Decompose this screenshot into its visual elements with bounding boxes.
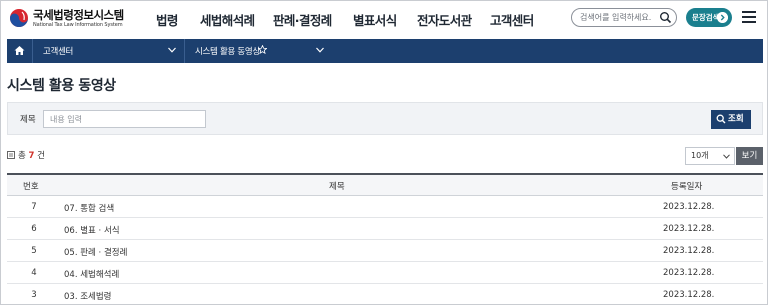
video-table: 번호 제목 등록일자 7 07. 통합 검색 2023.12.28. 6 06.… — [7, 173, 763, 304]
per-page-value: 10개 — [691, 151, 709, 160]
table-row[interactable]: 5 05. 판례 · 결정례 2023.12.28. — [7, 240, 763, 262]
header-search-input[interactable] — [580, 11, 660, 24]
search-icon — [716, 114, 726, 124]
breadcrumb-level2[interactable]: 시스템 활용 동영상 — [184, 39, 332, 63]
row-date: 2023.12.28. — [663, 224, 715, 234]
nav-item-interpretation[interactable]: 세법해석례 — [200, 10, 255, 29]
search-button[interactable]: 조회 — [711, 110, 751, 129]
row-date: 2023.12.28. — [663, 290, 715, 300]
sentence-search-button[interactable]: 문장검색 — [686, 8, 732, 27]
column-header-date: 등록일자 — [671, 182, 703, 192]
row-title-link[interactable]: 03. 조세법령 — [64, 290, 112, 302]
site-header: 국세법령정보시스템 National Tax Law Information S… — [1, 1, 767, 37]
breadcrumb-home[interactable] — [7, 39, 32, 63]
breadcrumb-level1-label: 고객센터 — [43, 47, 74, 57]
site-logo[interactable]: 국세법령정보시스템 National Tax Law Information S… — [9, 6, 129, 32]
column-header-number: 번호 — [23, 182, 39, 192]
home-icon — [14, 46, 25, 55]
row-date: 2023.12.28. — [663, 246, 715, 256]
chevron-down-icon — [316, 47, 324, 53]
result-count-text: 총 7 건 — [18, 149, 45, 161]
row-title-link[interactable]: 06. 별표 · 서식 — [64, 224, 120, 236]
row-title-link[interactable]: 05. 판례 · 결정례 — [64, 246, 127, 258]
breadcrumb-level1[interactable]: 고객센터 — [32, 39, 184, 63]
row-title-link[interactable]: 07. 통합 검색 — [64, 202, 114, 214]
page-title: 시스템 활용 동영상 — [7, 78, 116, 94]
row-number: 6 — [31, 224, 37, 234]
list-icon — [7, 151, 15, 159]
logo-title: 국세법령정보시스템 — [33, 8, 124, 22]
nav-item-precedent[interactable]: 판례·결정례 — [273, 10, 332, 29]
table-header: 번호 제목 등록일자 — [7, 173, 763, 196]
count-prefix: 총 — [18, 151, 26, 161]
row-date: 2023.12.28. — [663, 268, 715, 278]
header-search — [571, 8, 677, 27]
table-row[interactable]: 7 07. 통합 검색 2023.12.28. — [7, 196, 763, 218]
count-suffix: 건 — [37, 151, 45, 161]
breadcrumb: 고객센터 시스템 활용 동영상 — [7, 39, 763, 63]
nav-item-law[interactable]: 법령 — [156, 10, 178, 29]
search-icon[interactable] — [659, 11, 672, 24]
per-page-select[interactable]: 10개 — [685, 147, 735, 165]
view-button[interactable]: 보기 — [736, 147, 763, 165]
logo-subtitle: National Tax Law Information System — [33, 22, 123, 28]
breadcrumb-level2-label: 시스템 활용 동영상 — [195, 47, 260, 57]
taegeuk-logo-icon — [10, 9, 28, 27]
chevron-right-icon — [717, 12, 728, 23]
chevron-down-icon — [168, 47, 176, 53]
hamburger-menu-icon[interactable] — [742, 11, 756, 23]
search-button-label: 조회 — [728, 114, 744, 124]
page-frame: 국세법령정보시스템 National Tax Law Information S… — [0, 0, 768, 305]
row-title-link[interactable]: 04. 세법해석례 — [64, 268, 119, 280]
star-icon[interactable] — [258, 45, 267, 54]
row-number: 7 — [31, 202, 37, 212]
count-number: 7 — [28, 151, 35, 161]
table-row[interactable]: 4 04. 세법해석례 2023.12.28. — [7, 262, 763, 284]
filter-title-label: 제목 — [20, 115, 36, 125]
row-date: 2023.12.28. — [663, 202, 715, 212]
search-filter-panel: 제목 조회 — [7, 102, 763, 135]
title-search-input[interactable] — [43, 110, 206, 128]
nav-item-library[interactable]: 전자도서관 — [417, 10, 472, 29]
nav-item-forms[interactable]: 별표서식 — [353, 10, 397, 29]
table-row[interactable]: 3 03. 조세법령 2023.12.28. — [7, 284, 763, 304]
table-row[interactable]: 6 06. 별표 · 서식 2023.12.28. — [7, 218, 763, 240]
chevron-down-icon — [723, 154, 730, 159]
breadcrumb-fill — [332, 39, 763, 63]
nav-item-support[interactable]: 고객센터 — [490, 10, 534, 29]
row-number: 3 — [31, 290, 37, 300]
column-header-title: 제목 — [329, 182, 345, 192]
sentence-search-label: 문장검색 — [692, 13, 720, 22]
row-number: 5 — [31, 246, 37, 256]
row-number: 4 — [31, 268, 37, 278]
